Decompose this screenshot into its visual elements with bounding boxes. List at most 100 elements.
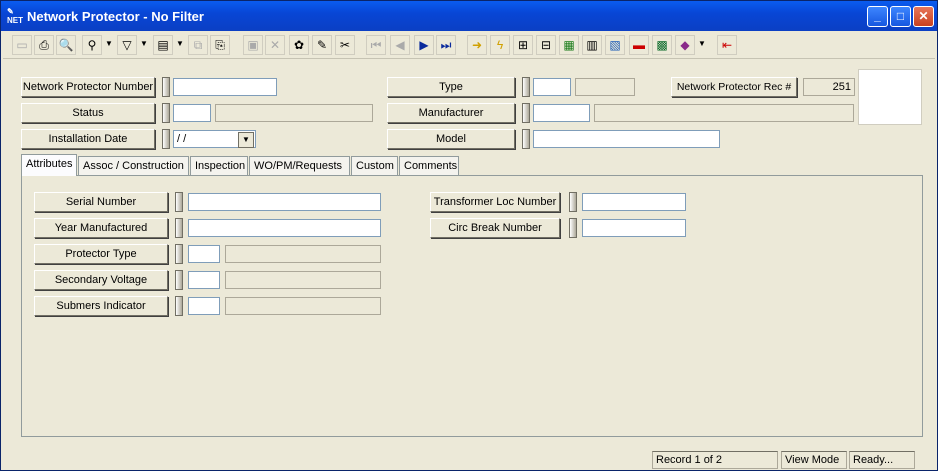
installation-date-label[interactable]: Installation Date xyxy=(21,129,155,149)
submers-indicator-label[interactable]: Submers Indicator xyxy=(34,296,168,316)
year-manufactured-field[interactable] xyxy=(188,219,381,237)
status-bar: Record 1 of 2 View Mode Ready... xyxy=(1,451,937,471)
year-manufactured-grip[interactable] xyxy=(175,218,183,238)
new-icon[interactable]: ▭ xyxy=(12,35,32,55)
last-record-icon[interactable]: ⏭ xyxy=(436,35,456,55)
photo-box[interactable] xyxy=(858,69,922,125)
model-field[interactable] xyxy=(533,130,720,148)
tab-custom[interactable]: Custom xyxy=(351,156,398,176)
model-label[interactable]: Model xyxy=(387,129,515,149)
circ-break-number-label[interactable]: Circ Break Number xyxy=(430,218,560,238)
serial-number-field[interactable] xyxy=(188,193,381,211)
network-protector-number-grip[interactable] xyxy=(162,77,170,97)
secondary-voltage-desc-field xyxy=(225,271,381,289)
chevron-down-icon[interactable]: ▼ xyxy=(238,132,254,148)
secondary-voltage-code-field[interactable] xyxy=(188,271,220,289)
calculator-icon[interactable]: ▥ xyxy=(582,35,602,55)
protector-type-label[interactable]: Protector Type xyxy=(34,244,168,264)
lightning-icon[interactable]: ϟ xyxy=(490,35,510,55)
book-icon[interactable]: ◆ xyxy=(675,35,695,55)
installation-date-field[interactable]: / / ▼ xyxy=(173,130,256,148)
maximize-button[interactable]: □ xyxy=(890,6,911,27)
goto-icon[interactable]: ➜ xyxy=(467,35,487,55)
first-record-icon[interactable]: ⏮ xyxy=(366,35,386,55)
toolbar: ▭ ⎙ 🔍 ⚲ ▼ ▽ ▼ ▤ ▼ ⧉ ⎘ ▣ ✕ ✿ ✎ ✂ ⏮ ◀ ▶ ⏭ … xyxy=(3,33,935,59)
status-text: Ready... xyxy=(849,451,915,469)
hierarchy-icon[interactable]: ⊟ xyxy=(536,35,556,55)
type-label[interactable]: Type xyxy=(387,77,515,97)
report-icon[interactable]: ▤ xyxy=(153,35,173,55)
delete-icon[interactable]: ✕ xyxy=(265,35,285,55)
tab-inspection[interactable]: Inspection xyxy=(190,156,248,176)
status-desc-field xyxy=(215,104,373,122)
copy-icon[interactable]: ⧉ xyxy=(188,35,208,55)
type-code-field[interactable] xyxy=(533,78,571,96)
book-dropdown-icon[interactable]: ▼ xyxy=(697,35,707,55)
tab-wo-pm-requests[interactable]: WO/PM/Requests xyxy=(249,156,350,176)
close-button[interactable]: ✕ xyxy=(913,6,934,27)
find-icon[interactable]: ⚲ xyxy=(82,35,102,55)
manufacturer-grip[interactable] xyxy=(522,103,530,123)
spell-icon[interactable]: ✿ xyxy=(289,35,309,55)
status-label[interactable]: Status xyxy=(21,103,155,123)
circ-break-number-field[interactable] xyxy=(582,219,686,237)
manufacturer-label[interactable]: Manufacturer xyxy=(387,103,515,123)
installation-date-grip[interactable] xyxy=(162,129,170,149)
secondary-voltage-grip[interactable] xyxy=(175,270,183,290)
filter-icon[interactable]: ▽ xyxy=(117,35,137,55)
image-icon[interactable]: ▧ xyxy=(605,35,625,55)
serial-number-grip[interactable] xyxy=(175,192,183,212)
attributes-panel: Serial Number Year Manufactured Protecto… xyxy=(21,175,923,437)
protector-type-code-field[interactable] xyxy=(188,245,220,263)
network-protector-number-field[interactable] xyxy=(173,78,277,96)
transformer-loc-number-label[interactable]: Transformer Loc Number xyxy=(430,192,560,212)
filter-dropdown-icon[interactable]: ▼ xyxy=(139,35,149,55)
protector-type-desc-field xyxy=(225,245,381,263)
year-manufactured-label[interactable]: Year Manufactured xyxy=(34,218,168,238)
minimize-button[interactable]: _ xyxy=(867,6,888,27)
serial-number-label[interactable]: Serial Number xyxy=(34,192,168,212)
cut-icon[interactable]: ✂ xyxy=(335,35,355,55)
save-icon[interactable]: ▣ xyxy=(243,35,263,55)
tab-comments[interactable]: Comments xyxy=(399,156,459,176)
exit-icon[interactable]: ⇤ xyxy=(717,35,737,55)
find-dropdown-icon[interactable]: ▼ xyxy=(104,35,114,55)
submers-indicator-desc-field xyxy=(225,297,381,315)
status-grip[interactable] xyxy=(162,103,170,123)
print-icon[interactable]: ⎙ xyxy=(34,35,54,55)
record-counter: Record 1 of 2 xyxy=(652,451,778,469)
print-preview-icon[interactable]: 🔍 xyxy=(56,35,76,55)
tab-attributes[interactable]: Attributes xyxy=(21,154,77,176)
submers-indicator-grip[interactable] xyxy=(175,296,183,316)
report-dropdown-icon[interactable]: ▼ xyxy=(175,35,185,55)
status-code-field[interactable] xyxy=(173,104,211,122)
app-icon: ✎ NET xyxy=(7,7,23,25)
map-icon[interactable]: ▦ xyxy=(559,35,579,55)
transformer-loc-number-field[interactable] xyxy=(582,193,686,211)
tree-icon[interactable]: ⊞ xyxy=(513,35,533,55)
transformer-loc-number-grip[interactable] xyxy=(569,192,577,212)
vehicle-icon[interactable]: ▬ xyxy=(629,35,649,55)
manufacturer-code-field[interactable] xyxy=(533,104,590,122)
mode-indicator: View Mode xyxy=(781,451,847,469)
paste-icon[interactable]: ⎘ xyxy=(210,35,230,55)
rec-number-field: 251 xyxy=(803,78,855,96)
type-grip[interactable] xyxy=(522,77,530,97)
secondary-voltage-label[interactable]: Secondary Voltage xyxy=(34,270,168,290)
main-window: ✎ NET Network Protector - No Filter _ □ ✕… xyxy=(0,0,938,471)
type-desc-field xyxy=(575,78,635,96)
edit-icon[interactable]: ✎ xyxy=(312,35,332,55)
title-bar: ✎ NET Network Protector - No Filter _ □ ✕ xyxy=(1,1,937,31)
spreadsheet-icon[interactable]: ▩ xyxy=(652,35,672,55)
installation-date-value: / / xyxy=(177,133,187,145)
circ-break-number-grip[interactable] xyxy=(569,218,577,238)
protector-type-grip[interactable] xyxy=(175,244,183,264)
tab-assoc-construction[interactable]: Assoc / Construction xyxy=(78,156,189,176)
window-title: Network Protector - No Filter xyxy=(27,9,204,24)
network-protector-number-label[interactable]: Network Protector Number xyxy=(21,77,155,97)
rec-number-label[interactable]: Network Protector Rec # xyxy=(671,77,797,97)
next-record-icon[interactable]: ▶ xyxy=(414,35,434,55)
prev-record-icon[interactable]: ◀ xyxy=(390,35,410,55)
model-grip[interactable] xyxy=(522,129,530,149)
submers-indicator-code-field[interactable] xyxy=(188,297,220,315)
